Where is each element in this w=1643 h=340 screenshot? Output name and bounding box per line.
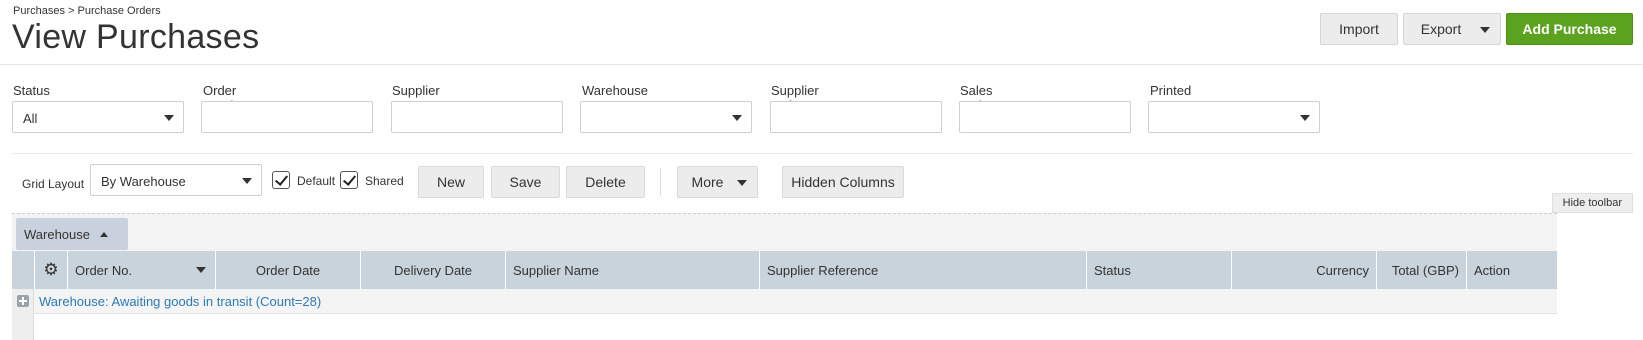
delete-button[interactable]: Delete [566, 166, 645, 198]
export-label: Export [1420, 21, 1462, 37]
default-label: Default [297, 174, 336, 188]
column-header-currency[interactable]: Currency [1231, 251, 1376, 289]
gear-icon: ⚙ [43, 260, 59, 279]
default-checkbox[interactable] [272, 171, 290, 189]
printed-label: Printed [1150, 83, 1192, 98]
chevron-down-icon [737, 180, 747, 186]
status-filter: Status [13, 83, 50, 101]
chevron-down-icon [1480, 27, 1490, 33]
more-label: More [691, 174, 724, 190]
import-button[interactable]: Import [1320, 13, 1398, 45]
status-label: Status [13, 83, 50, 98]
chevron-down-icon [242, 178, 252, 184]
toolbar-divider [660, 168, 661, 196]
filter-divider [12, 153, 1633, 154]
column-header-action[interactable]: Action [1466, 251, 1557, 289]
column-header-order-date[interactable]: Order Date [215, 251, 360, 289]
supplier-input[interactable] [391, 101, 563, 133]
order-number-filter: Order Number [203, 83, 249, 113]
supplier-reference-label: Supplier Reference [771, 83, 831, 113]
sales-order-no-input[interactable] [959, 101, 1131, 133]
breadcrumb: Purchases > Purchase Orders [13, 5, 161, 17]
column-header-order-no[interactable]: Order No. [67, 251, 215, 289]
add-purchase-button[interactable]: Add Purchase [1506, 13, 1633, 45]
column-header-delivery-date[interactable]: Delivery Date [360, 251, 505, 289]
header-gutter [12, 251, 34, 289]
export-button[interactable]: Export [1403, 13, 1501, 45]
group-chip-warehouse[interactable]: Warehouse [16, 218, 128, 250]
supplier-reference-filter: Supplier Reference [771, 83, 831, 113]
status-value: All [23, 111, 38, 126]
sort-ascending-icon [100, 231, 108, 237]
warehouse-select[interactable] [580, 101, 752, 133]
hide-toolbar-button[interactable]: Hide toolbar [1551, 193, 1633, 213]
group-drop-zone: Warehouse [12, 213, 1557, 253]
printed-filter: Printed [1150, 83, 1191, 101]
sales-order-no-label: Sales Order No. [960, 83, 993, 128]
column-header-total-gbp[interactable]: Total (GBP) [1376, 251, 1466, 289]
grid-toolbar: Grid Layout By Warehouse Default Shared … [0, 164, 1643, 200]
column-header-supplier-name[interactable]: Supplier Name [505, 251, 759, 289]
supplier-filter: Supplier [392, 83, 440, 101]
header-divider [0, 64, 1643, 65]
order-number-label: Order Number [203, 83, 249, 113]
group-row-link[interactable]: Warehouse: Awaiting goods in transit (Co… [39, 294, 321, 309]
order-number-input[interactable] [201, 101, 373, 133]
printed-select[interactable] [1148, 101, 1320, 133]
grid-layout-select[interactable]: By Warehouse [90, 164, 262, 196]
column-header-supplier-reference[interactable]: Supplier Reference [759, 251, 1086, 289]
group-row: Warehouse: Awaiting goods in transit (Co… [12, 289, 1557, 325]
grid-layout-label: Grid Layout [22, 177, 85, 191]
chevron-down-icon [196, 267, 206, 273]
warehouse-filter: Warehouse [582, 83, 648, 101]
chevron-down-icon [1300, 115, 1310, 121]
grid-header: ⚙ Order No. Order Date Delivery Date Sup… [12, 251, 1557, 289]
chevron-down-icon [732, 115, 742, 121]
column-settings-button[interactable]: ⚙ [34, 251, 67, 289]
header-actions: Import Export Add Purchase [1320, 13, 1633, 45]
supplier-label: Supplier [392, 83, 440, 98]
grid-layout-value: By Warehouse [101, 174, 186, 189]
new-button[interactable]: New [418, 166, 484, 198]
status-select[interactable]: All [12, 101, 184, 133]
chevron-down-icon [164, 115, 174, 121]
supplier-reference-input[interactable] [770, 101, 942, 133]
group-chip-label: Warehouse [24, 226, 90, 242]
page-title: View Purchases [12, 18, 260, 56]
row-gutter-continuation [12, 314, 34, 340]
more-button[interactable]: More [677, 166, 758, 198]
save-button[interactable]: Save [491, 166, 560, 198]
shared-label: Shared [365, 174, 404, 188]
sales-order-no-filter: Sales Order No. [960, 83, 993, 128]
column-label: Order No. [75, 262, 133, 278]
hidden-columns-button[interactable]: Hidden Columns [782, 166, 904, 198]
expand-icon[interactable] [17, 295, 29, 307]
warehouse-label: Warehouse [582, 83, 648, 98]
shared-checkbox[interactable] [340, 171, 358, 189]
column-header-status[interactable]: Status [1086, 251, 1231, 289]
